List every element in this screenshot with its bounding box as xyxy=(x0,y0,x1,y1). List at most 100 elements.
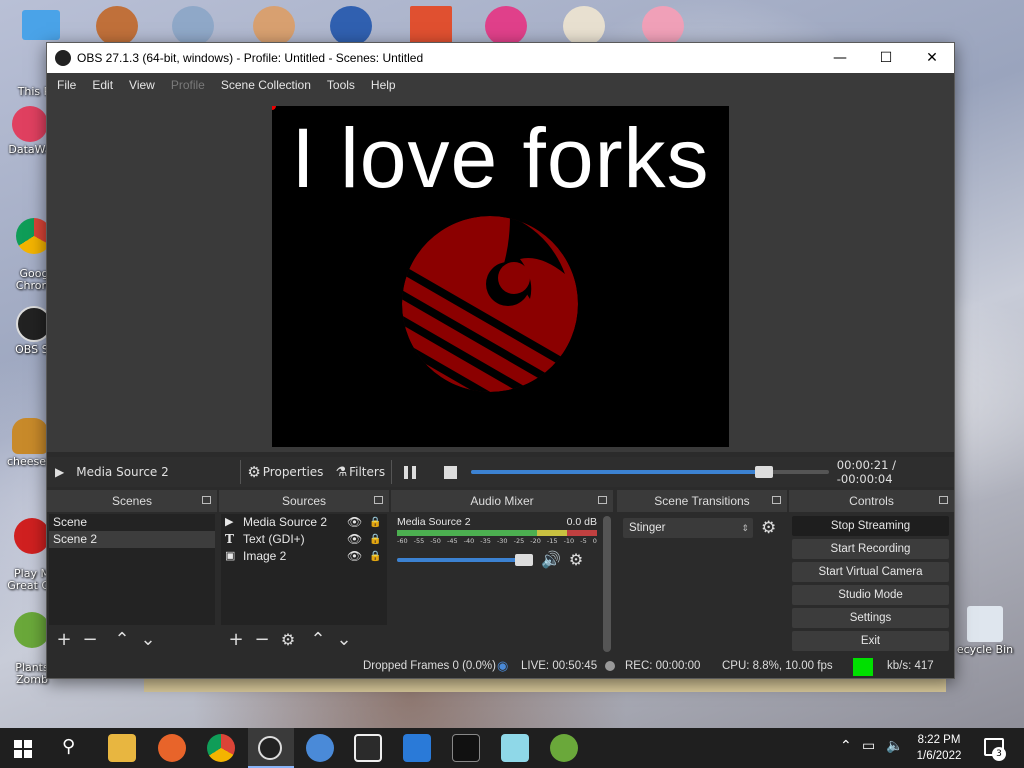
sources-header: Sources xyxy=(219,490,389,512)
scenes-title: Scenes xyxy=(111,494,153,508)
desktop-icon-recycle-bin[interactable]: ecycle Bin xyxy=(946,606,1024,656)
move-down-icon[interactable]: ⌄ xyxy=(331,629,357,651)
selection-handle[interactable] xyxy=(272,106,276,110)
clock[interactable]: 8:22 PM 1/6/2022 xyxy=(906,732,972,764)
gear-icon[interactable]: ⚙ xyxy=(761,518,776,538)
menu-help[interactable]: Help xyxy=(363,78,404,92)
app-icon[interactable] xyxy=(501,734,529,762)
bitrate: kb/s: 417 xyxy=(887,660,934,672)
lock-icon[interactable]: 🔒 xyxy=(369,514,381,531)
eye-icon[interactable]: 👁 xyxy=(347,514,369,531)
scene-item-selected[interactable]: Scene 2 xyxy=(49,531,215,548)
transition-select[interactable]: Stinger ⇕ xyxy=(623,518,753,538)
mixer-channel-name: Media Source 2 xyxy=(397,516,471,528)
stop-button[interactable] xyxy=(444,465,458,479)
source-item[interactable]: ▣ Image 2 👁 🔒 xyxy=(221,548,387,565)
menu-tools[interactable]: Tools xyxy=(319,78,363,92)
scene-item[interactable]: Scene xyxy=(49,514,215,531)
maximize-button[interactable]: ☐ xyxy=(863,43,909,73)
firefox-icon[interactable] xyxy=(158,734,186,762)
lock-icon[interactable]: 🔒 xyxy=(369,531,381,548)
eye-icon[interactable]: 👁 xyxy=(347,531,369,548)
settings-button[interactable]: Settings xyxy=(792,608,949,628)
close-button[interactable]: ✕ xyxy=(909,43,955,73)
video-editor-icon[interactable] xyxy=(403,734,431,762)
gear-icon[interactable]: ⚙ xyxy=(569,550,583,569)
undock-icon[interactable] xyxy=(772,496,781,504)
desktop-icon-top-8[interactable] xyxy=(563,6,605,46)
meter-scale: -60 -55 -50 -45 -40 -35 -30 -25 -20 -15 -10 -5 0 xyxy=(397,537,597,545)
mixer-scrollbar[interactable] xyxy=(603,516,611,652)
start-recording-button[interactable]: Start Recording xyxy=(792,539,949,559)
move-up-icon[interactable]: ⌃ xyxy=(109,629,135,651)
play-icon[interactable]: ▶ xyxy=(55,465,64,479)
desktop-icon-top-6[interactable] xyxy=(410,6,452,46)
desktop-icon-top-3[interactable] xyxy=(172,6,214,46)
volume-handle[interactable] xyxy=(515,553,533,566)
scenes-dock: Scenes Scene Scene 2 + − ⌃ ⌄ xyxy=(47,490,217,655)
mixer-channel-row: Media Source 2 0.0 dB xyxy=(393,514,601,530)
menu-edit[interactable]: Edit xyxy=(84,78,121,92)
controls-header: Controls xyxy=(789,490,954,512)
chrome-icon[interactable] xyxy=(207,734,235,762)
plants-zombies-icon[interactable] xyxy=(550,734,578,762)
desktop-icon-top-2[interactable] xyxy=(96,6,138,46)
divider xyxy=(240,460,242,484)
undock-icon[interactable] xyxy=(202,496,211,504)
media-seek-slider[interactable] xyxy=(471,466,829,478)
desktop-icon-top-5[interactable] xyxy=(330,6,372,46)
qbittorrent-icon[interactable] xyxy=(306,734,334,762)
minimize-button[interactable]: — xyxy=(817,43,863,73)
start-virtual-camera-button[interactable]: Start Virtual Camera xyxy=(792,562,949,582)
burger-icon xyxy=(12,418,48,454)
source-item[interactable]: T Text (GDI+) 👁 🔒 xyxy=(221,531,387,548)
mixer-channel-level: 0.0 dB xyxy=(566,516,597,528)
obs-taskbar-button[interactable] xyxy=(248,728,294,768)
menu-view[interactable]: View xyxy=(121,78,163,92)
filters-button[interactable]: ⚗ Filters xyxy=(335,465,385,480)
exit-button[interactable]: Exit xyxy=(792,631,949,651)
search-icon[interactable]: ⚲ xyxy=(62,736,75,757)
preview-canvas[interactable]: I love forks xyxy=(272,106,729,447)
lock-icon[interactable]: 🔒 xyxy=(369,548,381,565)
undock-icon[interactable] xyxy=(939,496,948,504)
source-item[interactable]: ▶ Media Source 2 👁 🔒 xyxy=(221,514,387,531)
gear-icon[interactable]: ⚙ xyxy=(275,629,301,651)
properties-button[interactable]: ⚙ Properties xyxy=(247,463,323,481)
title-bar[interactable]: OBS 27.1.3 (64-bit, windows) - Profile: … xyxy=(47,43,954,73)
desktop-icon-top-9[interactable] xyxy=(642,6,684,46)
stop-streaming-button[interactable]: Stop Streaming xyxy=(792,516,949,536)
desktop-icon-top-4[interactable] xyxy=(253,6,295,46)
move-down-icon[interactable]: ⌄ xyxy=(135,629,161,651)
speaker-muted-icon[interactable]: 🔈 xyxy=(886,738,903,754)
menu-scene-collection[interactable]: Scene Collection xyxy=(213,78,319,92)
chevron-up-icon[interactable]: ⌃ xyxy=(840,738,852,754)
studio-mode-button[interactable]: Studio Mode xyxy=(792,585,949,605)
scene-transitions-header: Scene Transitions xyxy=(617,490,787,512)
move-up-icon[interactable]: ⌃ xyxy=(305,629,331,651)
terminal-icon[interactable] xyxy=(452,734,480,762)
eye-icon[interactable]: 👁 xyxy=(347,548,369,565)
file-explorer-icon[interactable] xyxy=(108,734,136,762)
remove-source-icon[interactable]: − xyxy=(249,629,275,651)
properties-label: Properties xyxy=(262,465,324,479)
live-indicator-icon: ◉ xyxy=(497,658,509,673)
audio-mixer-title: Audio Mixer xyxy=(470,494,534,508)
controls-buttons: Stop Streaming Start Recording Start Vir… xyxy=(789,516,954,651)
undock-icon[interactable] xyxy=(598,496,607,504)
desktop-icon-top-1[interactable] xyxy=(22,10,60,40)
desktop-icon-top-7[interactable] xyxy=(485,6,527,46)
remove-scene-icon[interactable]: − xyxy=(77,629,103,651)
photos-icon[interactable] xyxy=(354,734,382,762)
seek-handle[interactable] xyxy=(755,466,774,478)
windows-start-icon[interactable] xyxy=(14,740,32,758)
preview-area[interactable]: I love forks xyxy=(47,97,954,452)
speaker-icon[interactable]: 🔊 xyxy=(541,550,561,569)
network-icon[interactable]: ▭ xyxy=(862,738,875,754)
add-source-icon[interactable]: + xyxy=(223,629,249,651)
volume-slider[interactable] xyxy=(397,553,533,566)
undock-icon[interactable] xyxy=(374,496,383,504)
add-scene-icon[interactable]: + xyxy=(51,629,77,651)
pause-button[interactable] xyxy=(404,465,417,479)
menu-file[interactable]: File xyxy=(49,78,84,92)
